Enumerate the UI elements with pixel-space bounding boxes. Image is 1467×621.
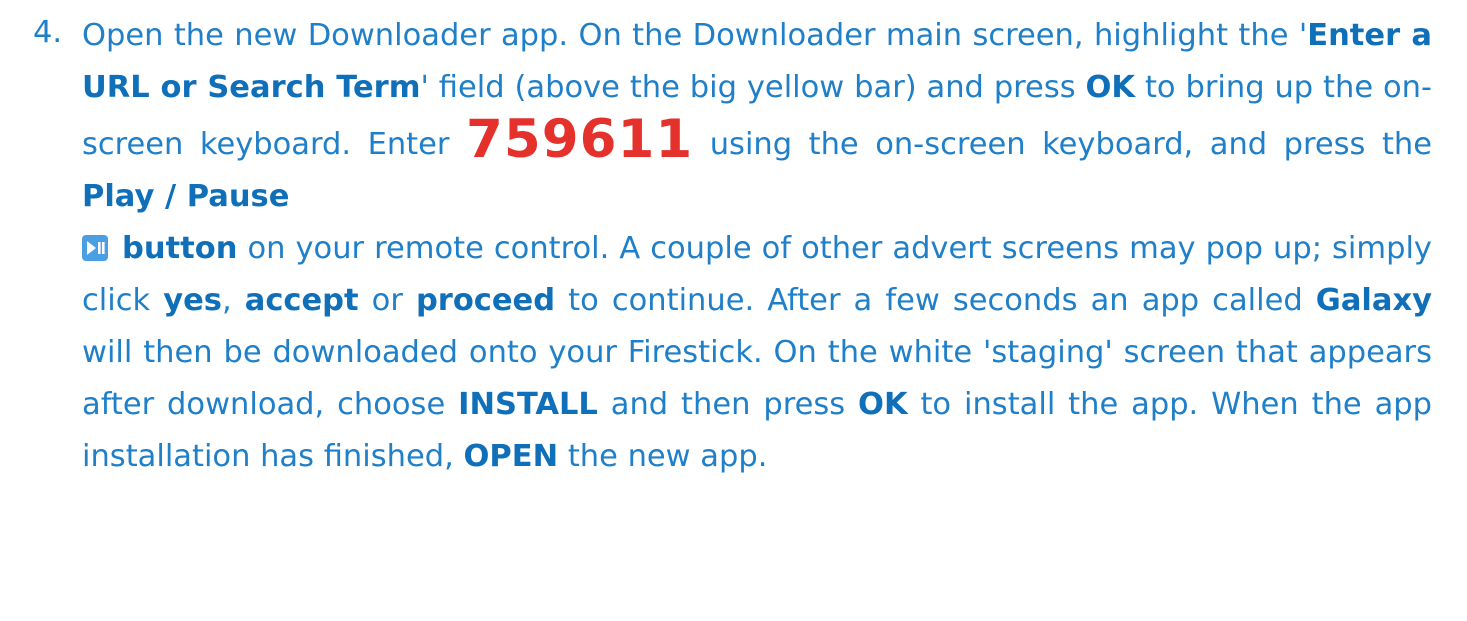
- highlight-galaxy: Galaxy: [1315, 283, 1433, 318]
- text-segment: ' field (above the big yellow bar) and p…: [420, 70, 1086, 105]
- step-text: Open the new Downloader app. On the Down…: [82, 10, 1432, 483]
- highlight-install: INSTALL: [458, 387, 598, 422]
- highlight-ok-2: OK: [858, 387, 908, 422]
- text-segment: and then press: [597, 387, 859, 422]
- text-segment: the new app.: [558, 439, 768, 474]
- text-segment: or: [358, 283, 416, 318]
- downloader-code: 759611: [465, 109, 694, 170]
- highlight-button: button: [122, 231, 238, 266]
- highlight-ok: OK: [1085, 70, 1136, 105]
- highlight-proceed: proceed: [415, 283, 556, 318]
- play-pause-icon: [82, 235, 108, 261]
- text-segment: using the on-screen keyboard, and press …: [693, 127, 1432, 162]
- instruction-step: 4. Open the new Downloader app. On the D…: [0, 0, 1467, 621]
- text-segment: ,: [221, 283, 245, 318]
- highlight-play-pause: Play / Pause: [82, 179, 290, 214]
- step-number: 4.: [33, 15, 63, 50]
- highlight-yes: yes: [163, 283, 222, 318]
- text-segment: Open the new Downloader app. On the Down…: [82, 18, 1308, 53]
- highlight-accept: accept: [244, 283, 359, 318]
- highlight-open: OPEN: [463, 439, 559, 474]
- text-segment: to continue. After a few seconds an app …: [555, 283, 1316, 318]
